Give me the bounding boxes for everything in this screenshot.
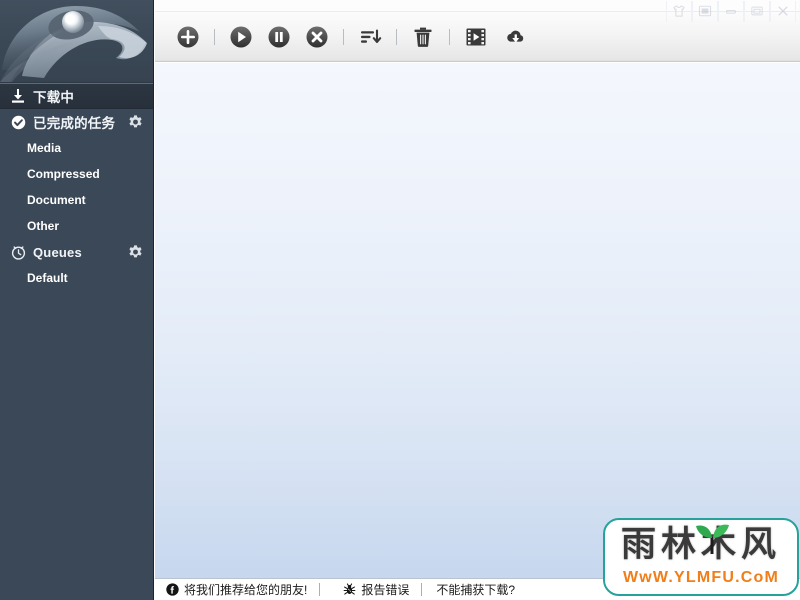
window-controls	[666, 0, 796, 22]
toolbar-separator	[214, 28, 215, 45]
check-circle-icon	[9, 113, 27, 131]
watermark-logo: 雨林木风 WwW.YLMFU.CoM	[603, 518, 799, 596]
sidebar-subitem-label: Other	[27, 219, 60, 233]
download-arrow-icon	[9, 87, 27, 105]
minimize-icon	[726, 10, 736, 14]
clock-circle-icon	[9, 243, 27, 261]
report-bug-label: 报告错误	[361, 583, 410, 597]
sidebar-subitem-compressed[interactable]: Compressed	[0, 161, 153, 187]
maximize-button[interactable]	[744, 0, 770, 22]
gear-icon[interactable]	[128, 115, 143, 130]
sidebar-subitem-label: Compressed	[27, 167, 100, 181]
sidebar-subitem-other[interactable]: Other	[0, 213, 153, 239]
delete-button[interactable]	[406, 20, 440, 54]
cancel-circle-icon	[306, 26, 328, 47]
media-grabber-button[interactable]	[459, 20, 493, 54]
sidebar-item-label: 下载中	[33, 90, 75, 105]
compact-mode-button[interactable]	[692, 0, 718, 22]
status-separator	[421, 583, 423, 596]
application-window: 下载中 已完成的任务 Media Compressed Document Oth…	[0, 0, 800, 600]
report-bug-link[interactable]: 报告错误	[332, 579, 409, 600]
task-list-area[interactable]	[155, 62, 800, 578]
sidebar-subitem-document[interactable]: Document	[0, 187, 153, 213]
main-panel: 将我们推荐给您的朋友! 报告错误 不能捕获下载?	[155, 0, 800, 600]
close-icon	[778, 6, 788, 16]
trash-icon	[414, 27, 432, 47]
facebook-icon	[165, 583, 179, 597]
recommend-label: 将我们推荐给您的朋友!	[184, 583, 308, 597]
skin-button[interactable]	[666, 0, 692, 22]
sidebar-subitem-label: Media	[27, 141, 62, 155]
eagle-head-logo	[0, 6, 147, 82]
pause-circle-icon	[268, 26, 290, 47]
play-circle-icon	[230, 26, 252, 47]
watermark-url-text: WwW.YLMFU.CoM	[622, 569, 779, 586]
status-separator	[319, 583, 321, 596]
sidebar-item-label: 已完成的任务	[33, 116, 116, 131]
cancel-button[interactable]	[300, 20, 334, 54]
sidebar-item-downloading[interactable]: 下载中	[0, 83, 153, 109]
sort-button[interactable]	[353, 20, 387, 54]
cloud-download-icon	[507, 30, 524, 43]
gear-icon[interactable]	[128, 245, 143, 260]
sidebar: 下载中 已完成的任务 Media Compressed Document Oth…	[0, 0, 154, 600]
toolbar-separator	[449, 28, 450, 45]
sidebar-subitem-media[interactable]: Media	[0, 135, 153, 161]
minimize-button[interactable]	[718, 0, 744, 22]
content-top-hairline	[155, 62, 800, 63]
compact-window-icon	[698, 5, 712, 17]
maximize-icon	[751, 6, 763, 16]
app-logo	[0, 0, 153, 83]
plus-circle-icon	[177, 26, 199, 47]
add-task-button[interactable]	[171, 20, 205, 54]
sidebar-item-queues[interactable]: Queues	[0, 239, 153, 265]
bug-icon	[342, 583, 356, 597]
pause-button[interactable]	[262, 20, 296, 54]
recommend-link[interactable]: 将我们推荐给您的朋友!	[155, 579, 307, 600]
cannot-capture-link[interactable]: 不能捕获下载?	[436, 581, 515, 598]
toolbar-separator	[343, 28, 344, 45]
close-button[interactable]	[770, 0, 796, 22]
sprout-leaf-icon	[696, 524, 729, 555]
shirt-icon	[673, 5, 685, 17]
download-button[interactable]	[497, 20, 531, 54]
sidebar-item-label: Queues	[33, 244, 82, 260]
toolbar-separator	[396, 28, 397, 45]
sidebar-subitem-label: Document	[27, 193, 86, 207]
sort-descending-icon	[361, 28, 382, 43]
film-strip-icon	[466, 28, 486, 45]
sidebar-item-completed[interactable]: 已完成的任务	[0, 109, 153, 135]
start-button[interactable]	[224, 20, 258, 54]
sidebar-subitem-label: Default	[27, 271, 68, 285]
sidebar-subitem-default[interactable]: Default	[0, 265, 153, 291]
